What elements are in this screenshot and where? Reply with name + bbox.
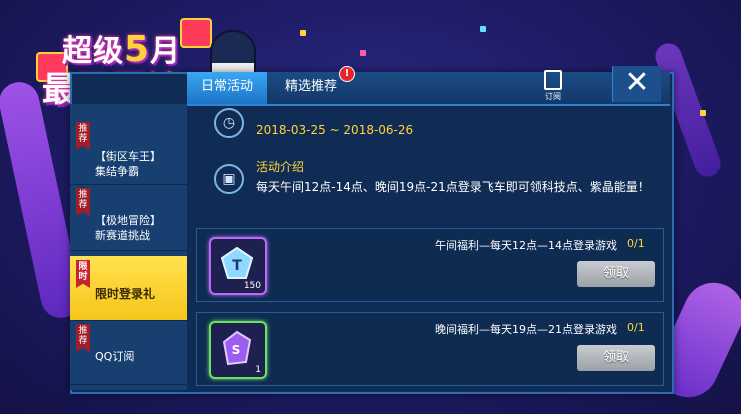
tab-daily-activity[interactable]: 日常活动 <box>187 72 267 104</box>
sidebar-item-street-king[interactable]: 推荐 【街区车王】 集结争霸 <box>70 122 187 185</box>
tech-point-gem-icon: T <box>220 246 254 279</box>
reward-row: S 1 晚间福利—每天19点—21点登录游戏 0/1 领取 <box>196 312 664 386</box>
svg-text:T: T <box>232 258 242 274</box>
gift-icon: ▣ <box>214 164 244 194</box>
confetti <box>360 50 366 56</box>
sidebar: 推荐 【街区车王】 集结争霸 推荐 【极地冒险】 新赛道挑战 限时 限时登录礼 … <box>70 104 187 390</box>
reward-item-slot[interactable]: T 150 <box>209 237 267 295</box>
close-button[interactable]: ✕ <box>612 66 661 102</box>
claim-button[interactable]: 领取 <box>577 261 655 287</box>
sidebar-item-timed-login[interactable]: 限时 限时登录礼 <box>70 256 187 321</box>
confetti <box>700 110 706 116</box>
svg-text:S: S <box>232 343 241 357</box>
gift-icon <box>180 18 212 48</box>
subscribe-button[interactable]: 订阅 <box>540 70 566 101</box>
recommend-tag: 推荐 <box>76 324 90 352</box>
item-count: 150 <box>243 281 261 291</box>
reward-progress: 0/1 <box>627 321 645 334</box>
confetti <box>480 26 486 32</box>
reward-description: 午间福利—每天12点—14点登录游戏 <box>435 239 617 252</box>
confetti <box>300 30 306 36</box>
subscribe-icon <box>544 70 562 90</box>
recommend-tag: 推荐 <box>76 188 90 216</box>
tab-bar: 日常活动 精选推荐 ! <box>187 66 670 106</box>
subscribe-label: 订阅 <box>545 92 561 101</box>
item-count: 1 <box>255 365 261 375</box>
intro-title: 活动介绍 <box>256 160 305 174</box>
notification-badge: ! <box>339 66 355 82</box>
tab-featured-label: 精选推荐 <box>284 79 337 94</box>
limited-tag: 限时 <box>76 260 90 288</box>
recommend-tag: 推荐 <box>76 122 90 150</box>
activity-date-range: 2018-03-25 ~ 2018-06-26 <box>256 123 414 137</box>
activity-content: ◷ 2018-03-25 ~ 2018-06-26 ▣ 活动介绍 每天午间12点… <box>190 106 668 390</box>
sidebar-item-title: 【街区车王】 <box>95 150 161 163</box>
sidebar-item-title: 限时登录礼 <box>95 287 156 301</box>
clock-icon: ◷ <box>214 108 244 138</box>
reward-progress: 0/1 <box>627 237 645 250</box>
sidebar-item-qq-subscribe[interactable]: 推荐 QQ订阅 <box>70 322 187 385</box>
intro-body: 每天午间12点-14点、晚间19点-21点登录飞车即可领科技点、紫晶能量！ <box>256 180 650 194</box>
sidebar-item-subtitle: 集结争霸 <box>95 165 139 178</box>
reward-row: T 150 午间福利—每天12点—14点登录游戏 0/1 领取 <box>196 228 664 302</box>
sidebar-item-title: 【极地冒险】 <box>95 214 161 227</box>
sidebar-item-subtitle: 新赛道挑战 <box>95 229 150 242</box>
sidebar-item-title: QQ订阅 <box>95 350 135 363</box>
reward-item-slot[interactable]: S 1 <box>209 321 267 379</box>
close-icon: ✕ <box>624 65 650 100</box>
claim-button[interactable]: 领取 <box>577 345 655 371</box>
sidebar-item-polar-adventure[interactable]: 推荐 【极地冒险】 新赛道挑战 <box>70 188 187 251</box>
purple-crystal-icon: S <box>222 330 252 366</box>
reward-description: 晚间福利—每天19点—21点登录游戏 <box>435 323 617 336</box>
